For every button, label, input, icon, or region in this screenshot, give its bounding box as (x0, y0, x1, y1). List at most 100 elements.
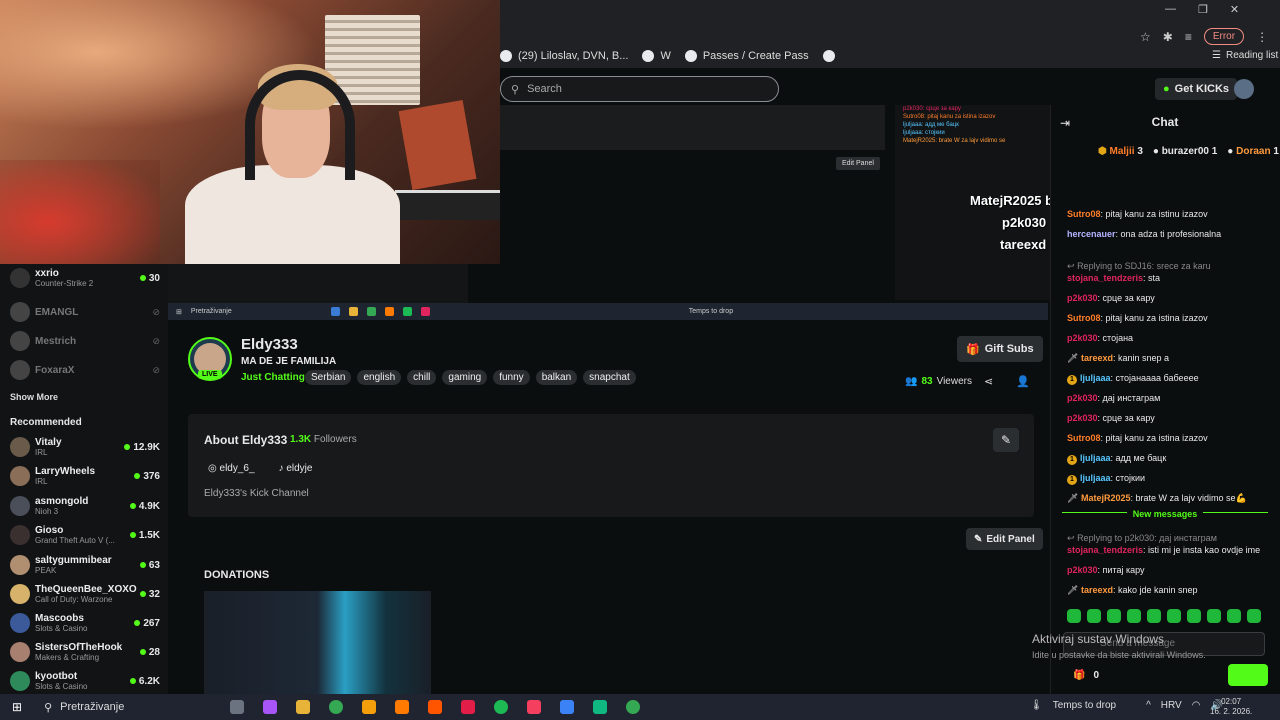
channel-name[interactable]: Eldy333 (241, 336, 298, 353)
restore-icon[interactable]: ❐ (1198, 3, 1208, 16)
emote-icon[interactable] (1167, 609, 1181, 623)
chat-message[interactable]: 🗡 MatejR2025: brate W za lajv vidimo se💪 (1067, 493, 1247, 504)
app-icon[interactable] (593, 700, 607, 714)
chat-message[interactable]: Sutro08: pitaj kanu za istina izazov (1067, 313, 1208, 323)
stream-category[interactable]: Just Chatting (241, 372, 305, 383)
bookmark-item[interactable] (822, 50, 835, 62)
gifter[interactable]: ● burazer00 1 (1153, 146, 1217, 157)
chat-message[interactable]: p2k030: срце за кару (1067, 293, 1155, 303)
get-kicks-button[interactable]: ● Get KICKs (1155, 78, 1238, 100)
bookmark-item[interactable]: (29) Liloslav, DVN, B... (500, 50, 628, 62)
app-icon[interactable] (461, 700, 475, 714)
star-icon[interactable]: ☆ (1140, 30, 1151, 44)
kicks-balance[interactable]: 🎁 0 (1073, 670, 1099, 681)
copilot-icon[interactable] (263, 700, 277, 714)
file-explorer-icon[interactable] (296, 700, 310, 714)
chat-message[interactable]: hercenauer: ona adza ti profesionalna (1067, 229, 1221, 239)
chat-message[interactable]: p2k030: дај инстаграм (1067, 393, 1160, 403)
sidebar-channel[interactable]: EMANGL ⊘ (10, 302, 160, 322)
media-icon[interactable]: ≡ (1185, 30, 1192, 44)
chat-message[interactable]: 1 ljuljaaa: адд ме бацк (1067, 453, 1166, 465)
emote-icon[interactable] (1087, 609, 1101, 623)
emote-icon[interactable] (1187, 609, 1201, 623)
search-input[interactable]: ⚲ Search (500, 76, 779, 102)
chat-message[interactable]: 🗡 tareexd: kako jde kanin snep (1067, 585, 1198, 596)
sidebar-channel[interactable]: Mestrich ⊘ (10, 331, 160, 351)
tag[interactable]: chill (407, 370, 437, 385)
app-icon[interactable] (527, 700, 541, 714)
emote-icon[interactable] (1227, 609, 1241, 623)
taskbar-clock[interactable]: 02:07 16. 2. 2026. (1210, 697, 1252, 717)
minimize-icon[interactable]: — (1165, 3, 1176, 16)
stream-capture-panel (500, 105, 885, 150)
chrome-icon[interactable] (626, 700, 640, 714)
edit-panel-button[interactable]: ✎ Edit Panel (966, 528, 1043, 550)
gifter[interactable]: ● Doraan 1 (1227, 146, 1279, 157)
sidebar-channel[interactable]: Mascoobs Slots & Casino 267 (10, 613, 160, 633)
app-icon[interactable] (560, 700, 574, 714)
sidebar-channel[interactable]: asmongold Nioh 3 4.9K (10, 496, 160, 516)
chat-message[interactable]: 🗡 tareexd: kanin snep a (1067, 353, 1169, 364)
show-more-link[interactable]: Show More (10, 392, 58, 402)
tag[interactable]: Serbian (305, 370, 352, 385)
chat-message[interactable]: 1 ljuljaaa: стојанаааа бабееее (1067, 373, 1199, 385)
emote-icon[interactable] (1067, 609, 1081, 623)
emote-icon[interactable] (1107, 609, 1121, 623)
chat-message[interactable]: 1 ljuljaaa: стојкии (1067, 473, 1145, 485)
chat-message[interactable]: Sutro08: pitaj kanu za istina izazov (1067, 433, 1208, 443)
bookmark-item[interactable]: W (642, 50, 671, 62)
sidebar-channel[interactable]: SistersOfTheHook Makers & Crafting 28 (10, 642, 160, 662)
chat-message[interactable]: p2k030: срце за кару (1067, 413, 1155, 423)
soundcloud-icon[interactable] (428, 700, 442, 714)
windows-activation-watermark: Aktiviraj sustav Windows Idite u postavke… (1032, 632, 1206, 660)
add-user-icon[interactable]: 👤 (1016, 375, 1030, 388)
spotify-icon[interactable] (494, 700, 508, 714)
chrome-icon[interactable] (329, 700, 343, 714)
follower-count: 1.3K Followers (290, 434, 357, 445)
bookmark-item[interactable]: Passes / Create Pass (684, 50, 809, 62)
tag[interactable]: balkan (535, 370, 578, 385)
chat-message[interactable]: stojana_tendzeris: sta (1067, 273, 1160, 283)
sidebar-channel[interactable]: saltygummibear PEAK 63 (10, 555, 160, 575)
error-button[interactable]: Error (1203, 28, 1245, 45)
tag[interactable]: funny (493, 370, 530, 385)
sidebar-channel[interactable]: xxrio Counter-Strike 2 30 (10, 268, 160, 288)
chat-message[interactable]: stojana_tendzeris: isti mi je insta kao … (1067, 545, 1260, 555)
gifter[interactable]: ⬢ Maljii 3 (1098, 146, 1143, 157)
task-view-icon[interactable] (230, 700, 244, 714)
tag[interactable]: english (357, 370, 402, 385)
sidebar-channel[interactable]: FoxaraX ⊘ (10, 360, 160, 380)
chat-message[interactable]: Sutro08: pitaj kanu za istinu izazov (1067, 209, 1208, 219)
emote-icon[interactable] (1147, 609, 1161, 623)
sidebar-channel[interactable]: TheQueenBee_XOXO Call of Duty: Warzone 32 (10, 584, 160, 604)
sidebar-channel[interactable]: LarryWheels IRL 376 (10, 466, 160, 486)
share-icon[interactable]: ⋖ (984, 375, 993, 388)
chat-message[interactable]: p2k030: стојана (1067, 333, 1133, 343)
taskbar-search[interactable]: ⚲ Pretraživanje (44, 701, 124, 714)
emote-icon[interactable] (1127, 609, 1141, 623)
emote-icon[interactable] (1247, 609, 1261, 623)
sidebar-channel[interactable]: Vitaly IRL 12.9K (10, 437, 160, 457)
emote-icon[interactable] (1207, 609, 1221, 623)
tiktok-link[interactable]: ♪ eldyje (279, 463, 313, 474)
menu-icon[interactable]: ⋮ (1256, 30, 1268, 44)
sidebar-channel[interactable]: kyootbot Slots & Casino 6.2K (10, 671, 160, 691)
wifi-icon[interactable]: ◠ (1192, 700, 1201, 711)
edit-about-button[interactable]: ✎ (993, 428, 1019, 452)
instagram-link[interactable]: ◎ eldy_6_ (208, 463, 255, 474)
app-icon[interactable] (362, 700, 376, 714)
chat-message[interactable]: p2k030: питај кару (1067, 565, 1145, 575)
extensions-icon[interactable]: ✱ (1163, 30, 1173, 44)
gift-subs-button[interactable]: 🎁 Gift Subs (957, 336, 1043, 362)
close-icon[interactable]: ✕ (1230, 3, 1239, 16)
sidebar-channel[interactable]: Gioso Grand Theft Auto V (... 1.5K (10, 525, 160, 545)
donations-panel-image[interactable] (204, 591, 431, 694)
user-avatar[interactable] (1234, 79, 1254, 99)
reading-list-button[interactable]: ☰ Reading list (1212, 50, 1278, 61)
windows-start-icon[interactable]: ⊞ (12, 700, 22, 714)
tag[interactable]: snapchat (583, 370, 636, 385)
send-chat-button[interactable] (1228, 664, 1268, 686)
app-icon[interactable] (395, 700, 409, 714)
chevron-up-icon[interactable]: ^ (1146, 700, 1151, 711)
tag[interactable]: gaming (442, 370, 488, 385)
